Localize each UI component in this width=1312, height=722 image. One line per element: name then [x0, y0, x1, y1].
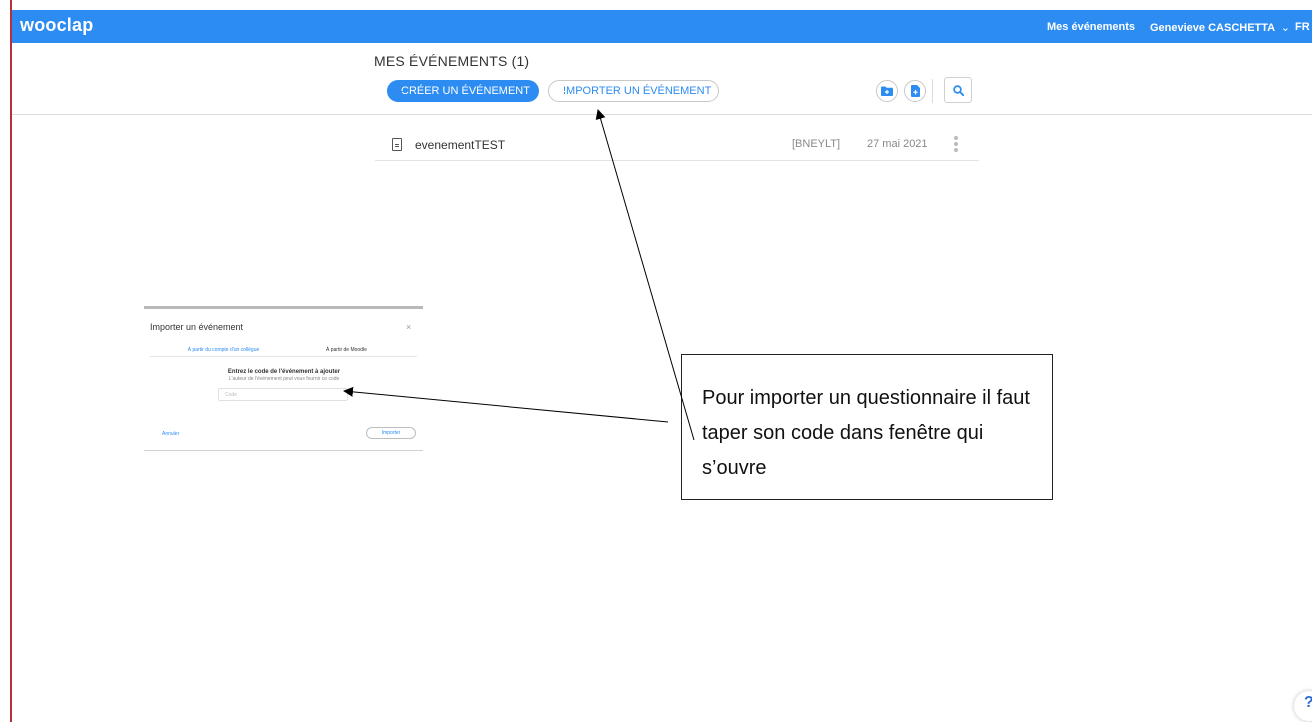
new-folder-button[interactable] — [876, 80, 898, 102]
tab-moodle[interactable]: À partir de Moodle — [326, 347, 367, 353]
create-event-label: CRÉER UN ÉVÉNEMENT — [401, 85, 530, 97]
dialog-bottom-border — [144, 450, 423, 451]
close-icon[interactable]: × — [406, 322, 411, 332]
dialog-top-border — [144, 306, 423, 309]
toolbar-divider — [932, 79, 933, 103]
event-date: 27 mai 2021 — [867, 138, 928, 150]
help-icon[interactable]: ? — [1294, 691, 1312, 721]
dialog-hint: L'auteur de l'événement peut vous fourni… — [228, 376, 340, 382]
top-navigation-bar: wooclap Mes événements Genevieve CASCHET… — [12, 10, 1312, 43]
wooclap-logo[interactable]: wooclap — [20, 15, 93, 36]
language-selector[interactable]: FR — [1295, 21, 1310, 33]
search-icon — [952, 84, 964, 96]
new-file-button[interactable] — [904, 80, 926, 102]
import-event-label: IMPORTER UN ÉVÉNEMENT — [563, 85, 712, 97]
event-name[interactable]: evenementTEST — [415, 138, 505, 152]
kebab-icon[interactable] — [953, 135, 959, 155]
cancel-button[interactable]: Annuler — [162, 431, 179, 437]
import-event-button[interactable]: IMPORTER UN ÉVÉNEMENT — [548, 80, 719, 102]
chevron-down-icon: ⌄ — [1280, 22, 1290, 34]
user-name: Genevieve CASCHETTA — [1150, 22, 1275, 34]
dialog-tab-divider — [150, 356, 417, 357]
create-event-button[interactable]: CRÉER UN ÉVÉNEMENT — [387, 80, 539, 102]
dialog-title: Importer un événement — [150, 322, 244, 332]
user-menu[interactable]: Genevieve CASCHETTA ⌄ — [1150, 21, 1290, 34]
file-plus-icon — [910, 85, 920, 97]
folder-plus-icon — [881, 86, 893, 96]
import-event-dialog-screenshot: Importer un événement × À partir du comp… — [144, 306, 423, 451]
page-title: MES ÉVÉNEMENTS (1) — [374, 53, 530, 69]
events-toolbar-area — [12, 43, 1312, 115]
event-code-input[interactable]: Code — [218, 388, 348, 401]
nav-my-events-link[interactable]: Mes événements — [1047, 21, 1135, 33]
event-code: [BNEYLT] — [792, 138, 841, 150]
import-button[interactable]: Importer — [366, 427, 416, 439]
annotation-callout-box: Pour importer un questionnaire il faut t… — [681, 354, 1053, 500]
annotation-text: Pour importer un questionnaire il faut t… — [702, 387, 1030, 479]
dialog-prompt: Entrez le code de l'événement à ajouter — [227, 369, 341, 375]
event-row[interactable]: evenementTEST [BNEYLT] 27 mai 2021 — [375, 130, 979, 161]
document-icon — [392, 138, 402, 151]
search-button[interactable] — [944, 77, 972, 103]
